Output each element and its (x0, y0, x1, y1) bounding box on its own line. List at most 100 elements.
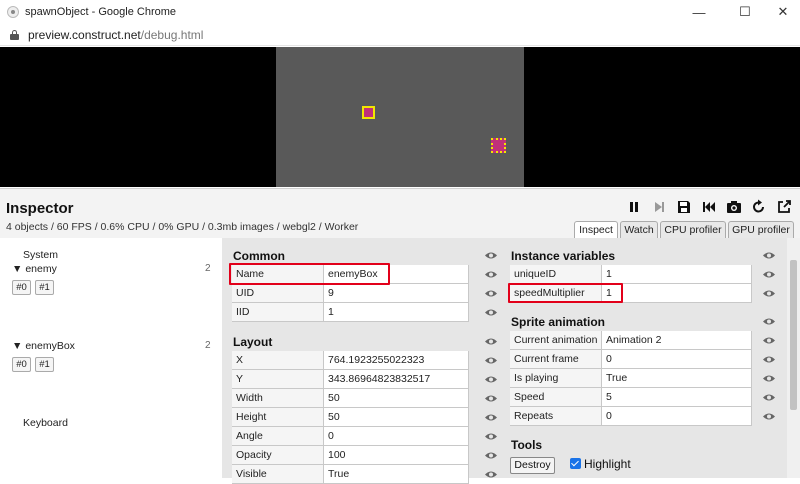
common-prop-key: IID (232, 303, 324, 322)
layout-prop-key: X (232, 351, 324, 370)
sprite-anim-prop-value[interactable]: 0 (602, 350, 752, 369)
inspector-title: Inspector (6, 200, 74, 217)
tab-gpu-profiler[interactable]: GPU profiler (728, 221, 794, 238)
eye-icon[interactable] (484, 251, 498, 260)
common-prop-value[interactable]: 9 (324, 284, 469, 303)
sprite-anim-prop-value[interactable]: True (602, 369, 752, 388)
tree-item-system[interactable]: System (23, 249, 58, 261)
tree-item-enemybox[interactable]: ▼ enemyBox (12, 340, 75, 352)
sprite-anim-prop-value[interactable]: Animation 2 (602, 331, 752, 350)
window-title: spawnObject - Google Chrome (25, 6, 177, 18)
section-title-common: Common (233, 249, 285, 263)
tab-inspect[interactable]: Inspect (574, 221, 618, 238)
maximize-icon[interactable]: ☐ (722, 0, 768, 24)
eye-icon[interactable] (484, 413, 498, 422)
common-prop-value[interactable]: 1 (324, 303, 469, 322)
eye-icon[interactable] (484, 356, 498, 365)
layout-prop-value[interactable]: 0 (324, 427, 469, 446)
enemybox-sprite-selected[interactable] (491, 138, 506, 153)
tab-watch[interactable]: Watch (620, 221, 658, 238)
eye-icon[interactable] (484, 289, 498, 298)
instance-var-key: uniqueID (510, 265, 602, 284)
annotation-highlight-speed (508, 283, 623, 303)
instance-button[interactable]: #1 (35, 357, 54, 372)
url-text[interactable]: preview.construct.net/debug.html (28, 28, 203, 42)
address-bar[interactable]: preview.construct.net/debug.html (0, 24, 800, 46)
section-title-layout: Layout (233, 335, 273, 349)
layout-prop-value[interactable]: 764.1923255022323 (324, 351, 469, 370)
expand-arrow-icon[interactable]: ▼ (12, 263, 22, 275)
pause-icon[interactable] (626, 199, 642, 215)
layout-prop-value[interactable]: 343.86964823832517 (324, 370, 469, 389)
highlight-checkbox[interactable] (570, 458, 581, 469)
rewind-icon[interactable] (701, 199, 717, 215)
chrome-icon (7, 6, 19, 18)
eye-icon[interactable] (484, 451, 498, 460)
instance-var-value[interactable]: 1 (602, 265, 752, 284)
tree-item-keyboard[interactable]: Keyboard (23, 417, 68, 429)
sprite-anim-prop-key: Speed (510, 388, 602, 407)
section-title-instance-variables: Instance variables (511, 249, 616, 263)
eye-icon[interactable] (762, 317, 776, 326)
eye-icon[interactable] (762, 355, 776, 364)
annotation-highlight-name (229, 263, 390, 285)
eye-icon[interactable] (484, 432, 498, 441)
camera-icon[interactable] (726, 199, 742, 215)
eye-icon[interactable] (762, 412, 776, 421)
close-icon[interactable]: ✕ (766, 0, 800, 24)
eye-icon[interactable] (484, 375, 498, 384)
destroy-button[interactable]: Destroy (510, 457, 555, 474)
lock-icon (10, 29, 19, 40)
save-icon[interactable] (676, 199, 692, 215)
layout-prop-key: Width (232, 389, 324, 408)
layout-prop-key: Visible (232, 465, 324, 484)
layout-prop-value[interactable]: 50 (324, 389, 469, 408)
section-title-sprite-animation: Sprite animation (511, 315, 606, 329)
layout-prop-value[interactable]: 100 (324, 446, 469, 465)
inspector-stats: 4 objects / 60 FPS / 0.6% CPU / 0% GPU /… (6, 221, 359, 233)
eye-icon[interactable] (762, 374, 776, 383)
layout-area (276, 47, 524, 187)
enemy-sprite[interactable] (362, 106, 375, 119)
section-title-tools: Tools (511, 438, 543, 452)
minimize-icon[interactable]: — (676, 0, 722, 24)
layout-prop-value[interactable]: 50 (324, 408, 469, 427)
instance-button[interactable]: #1 (35, 280, 54, 295)
layout-prop-key: Angle (232, 427, 324, 446)
sprite-anim-prop-key: Current animation (510, 331, 602, 350)
eye-icon[interactable] (484, 308, 498, 317)
sprite-anim-prop-value[interactable]: 0 (602, 407, 752, 426)
sprite-anim-prop-value[interactable]: 5 (602, 388, 752, 407)
tree-item-enemy[interactable]: ▼ enemy (12, 263, 57, 275)
common-prop-key: UID (232, 284, 324, 303)
tree-count: 2 (205, 263, 211, 274)
sprite-anim-prop-key: Repeats (510, 407, 602, 426)
tab-cpu-profiler[interactable]: CPU profiler (660, 221, 726, 238)
expand-arrow-icon[interactable]: ▼ (12, 340, 22, 352)
restart-icon[interactable] (751, 199, 767, 215)
eye-icon[interactable] (762, 270, 776, 279)
eye-icon[interactable] (762, 251, 776, 260)
game-viewport[interactable] (0, 47, 800, 187)
popout-icon[interactable] (776, 199, 792, 215)
scrollbar[interactable] (787, 238, 800, 478)
sprite-anim-prop-key: Current frame (510, 350, 602, 369)
layout-prop-key: Height (232, 408, 324, 427)
instance-button[interactable]: #0 (12, 280, 31, 295)
instance-button[interactable]: #0 (12, 357, 31, 372)
scrollbar-thumb[interactable] (790, 260, 797, 410)
eye-icon[interactable] (484, 337, 498, 346)
tree-count: 2 (205, 340, 211, 351)
layout-prop-key: Y (232, 370, 324, 389)
highlight-label: Highlight (584, 457, 631, 471)
step-icon[interactable] (651, 199, 667, 215)
eye-icon[interactable] (762, 393, 776, 402)
instance-var-value[interactable]: 1 (602, 284, 752, 303)
eye-icon[interactable] (484, 270, 498, 279)
eye-icon[interactable] (762, 289, 776, 298)
layout-prop-value[interactable]: True (324, 465, 469, 484)
sprite-anim-prop-key: Is playing (510, 369, 602, 388)
eye-icon[interactable] (484, 394, 498, 403)
layout-prop-key: Opacity (232, 446, 324, 465)
eye-icon[interactable] (762, 336, 776, 345)
